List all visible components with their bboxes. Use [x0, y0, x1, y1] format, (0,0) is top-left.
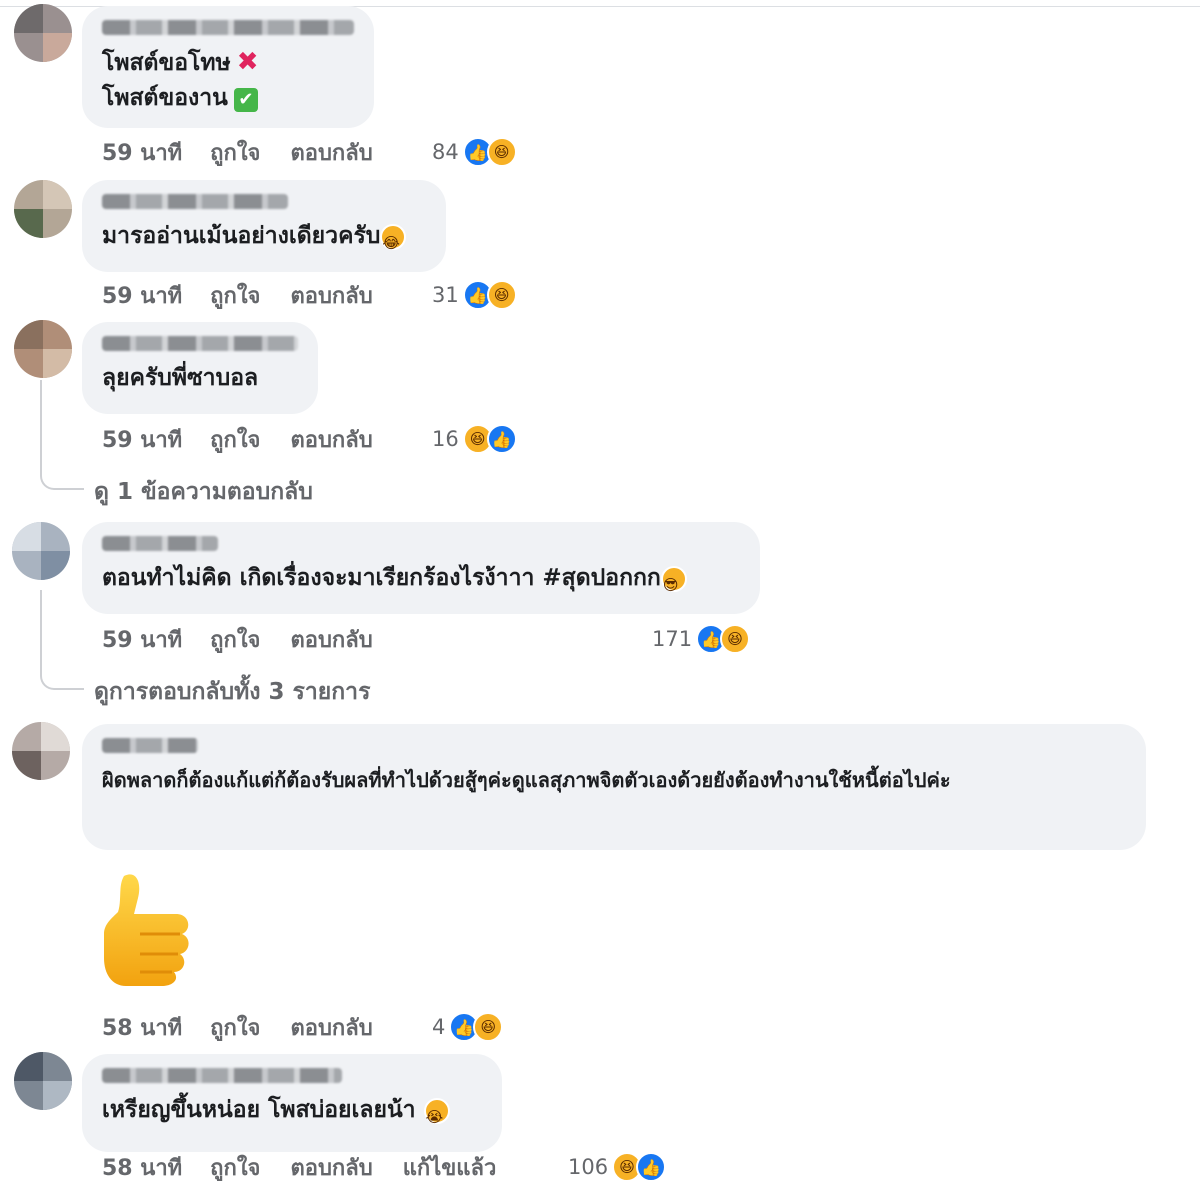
haha-icon: 😆 [720, 624, 751, 654]
comment-actions: 59 นาที ถูกใจ ตอบกลับ [102, 622, 403, 656]
like-icon: 👍 [636, 1152, 667, 1182]
edited-label: แก้ไขแล้ว [402, 1155, 497, 1181]
haha-icon: 😆 [473, 1012, 504, 1042]
comment-bubble: เหรียญขึ้นหน่อย โพสบ่อยเลยน้า 😭 [82, 1054, 502, 1152]
comment-bubble: ลุยครับพี่ซาบอล [82, 322, 318, 414]
avatar[interactable] [14, 320, 72, 378]
reaction-summary[interactable]: 171 👍 😆 [652, 622, 751, 656]
timestamp[interactable]: 58 นาที [102, 1010, 182, 1045]
reaction-summary[interactable]: 31 👍 😆 [432, 278, 517, 312]
timestamp[interactable]: 58 นาที [102, 1150, 182, 1185]
reply-thread-line [40, 590, 84, 690]
reaction-count: 171 [652, 627, 693, 651]
like-button[interactable]: ถูกใจ [210, 1010, 260, 1045]
reply-button[interactable]: ตอบกลับ [290, 622, 372, 657]
cross-mark-icon: ✖ [236, 47, 259, 77]
view-replies-link[interactable]: ดูการตอบกลับทั้ง 3 รายการ [94, 674, 370, 710]
reply-thread-line [40, 380, 84, 490]
haha-icon: 😆 [486, 280, 517, 310]
reaction-summary[interactable]: 84 👍 😆 [432, 135, 517, 169]
comment-text: มารออ่านเม้นอย่างเดียวครับ 😂 [102, 219, 426, 254]
author-name[interactable] [102, 1068, 342, 1083]
comment-actions: 58 นาที ถูกใจ ตอบกลับ แก้ไขแล้ว [102, 1150, 526, 1184]
like-button[interactable]: ถูกใจ [210, 135, 260, 170]
timestamp[interactable]: 59 นาที [102, 422, 182, 457]
check-mark-icon: ✔ [233, 88, 258, 112]
haha-icon: 😆 [486, 137, 517, 167]
timestamp[interactable]: 59 นาที [102, 135, 182, 170]
reaction-count: 31 [432, 283, 459, 307]
like-button[interactable]: ถูกใจ [210, 622, 260, 657]
reaction-count: 106 [568, 1155, 609, 1179]
comment-bubble: มารออ่านเม้นอย่างเดียวครับ 😂 [82, 180, 446, 272]
avatar[interactable] [12, 522, 70, 580]
avatar[interactable] [14, 4, 72, 62]
reply-button[interactable]: ตอบกลับ [290, 422, 372, 457]
reaction-count: 16 [432, 427, 459, 451]
timestamp[interactable]: 59 นาที [102, 622, 182, 657]
timestamp[interactable]: 59 นาที [102, 278, 182, 313]
comment-text: ลุยครับพี่ซาบอล [102, 365, 259, 391]
view-replies-link[interactable]: ดู 1 ข้อความตอบกลับ [94, 474, 313, 510]
reaction-count: 4 [432, 1015, 446, 1039]
reply-button[interactable]: ตอบกลับ [290, 278, 372, 313]
avatar[interactable] [14, 1052, 72, 1110]
author-name[interactable] [102, 536, 218, 551]
comment-actions: 59 นาที ถูกใจ ตอบกลับ [102, 278, 403, 312]
comment-line: โพสต์ของาน ✔ [102, 81, 354, 116]
comment-bubble: โพสต์ขอโทษ ✖ โพสต์ของาน ✔ [82, 6, 374, 128]
author-name[interactable] [102, 194, 288, 209]
comment-actions: 59 นาที ถูกใจ ตอบกลับ [102, 135, 403, 169]
avatar[interactable] [12, 722, 70, 780]
reaction-summary[interactable]: 106 😆 👍 [568, 1150, 667, 1184]
thumbs-up-icon[interactable] [100, 868, 200, 988]
laughing-emoji-icon: 😂 [380, 223, 407, 252]
avatar[interactable] [14, 180, 72, 238]
like-button[interactable]: ถูกใจ [210, 1150, 260, 1185]
like-button[interactable]: ถูกใจ [210, 278, 260, 313]
sunglasses-emoji-icon: 😎 [660, 565, 687, 594]
comment-bubble: ผิดพลาดก็ต้องแก้แต่ก้ต้องรับผลที่ทำไปด้ว… [82, 724, 1146, 850]
comment-text: เหรียญขึ้นหน่อย โพสบ่อยเลยน้า 😭 [102, 1093, 482, 1128]
author-name[interactable] [102, 738, 198, 753]
crying-emoji-icon: 😭 [423, 1097, 450, 1126]
reply-button[interactable]: ตอบกลับ [290, 1010, 372, 1045]
reaction-count: 84 [432, 140, 459, 164]
like-icon: 👍 [486, 424, 517, 454]
comment-text: ผิดพลาดก็ต้องแก้แต่ก้ต้องรับผลที่ทำไปด้ว… [102, 768, 951, 792]
reply-button[interactable]: ตอบกลับ [290, 135, 372, 170]
comment-line: โพสต์ขอโทษ ✖ [102, 47, 259, 77]
comment-actions: 58 นาที ถูกใจ ตอบกลับ [102, 1010, 403, 1044]
like-button[interactable]: ถูกใจ [210, 422, 260, 457]
reply-button[interactable]: ตอบกลับ [290, 1150, 372, 1185]
reaction-summary[interactable]: 4 👍 😆 [432, 1010, 504, 1044]
comment-actions: 59 นาที ถูกใจ ตอบกลับ [102, 422, 403, 456]
author-name[interactable] [102, 336, 298, 351]
comment-text: ตอนทำไม่คิด เกิดเรื่องจะมาเรียกร้องไรง้า… [102, 561, 740, 596]
reaction-summary[interactable]: 16 😆 👍 [432, 422, 517, 456]
author-name[interactable] [102, 20, 354, 35]
comment-bubble: ตอนทำไม่คิด เกิดเรื่องจะมาเรียกร้องไรง้า… [82, 522, 760, 614]
